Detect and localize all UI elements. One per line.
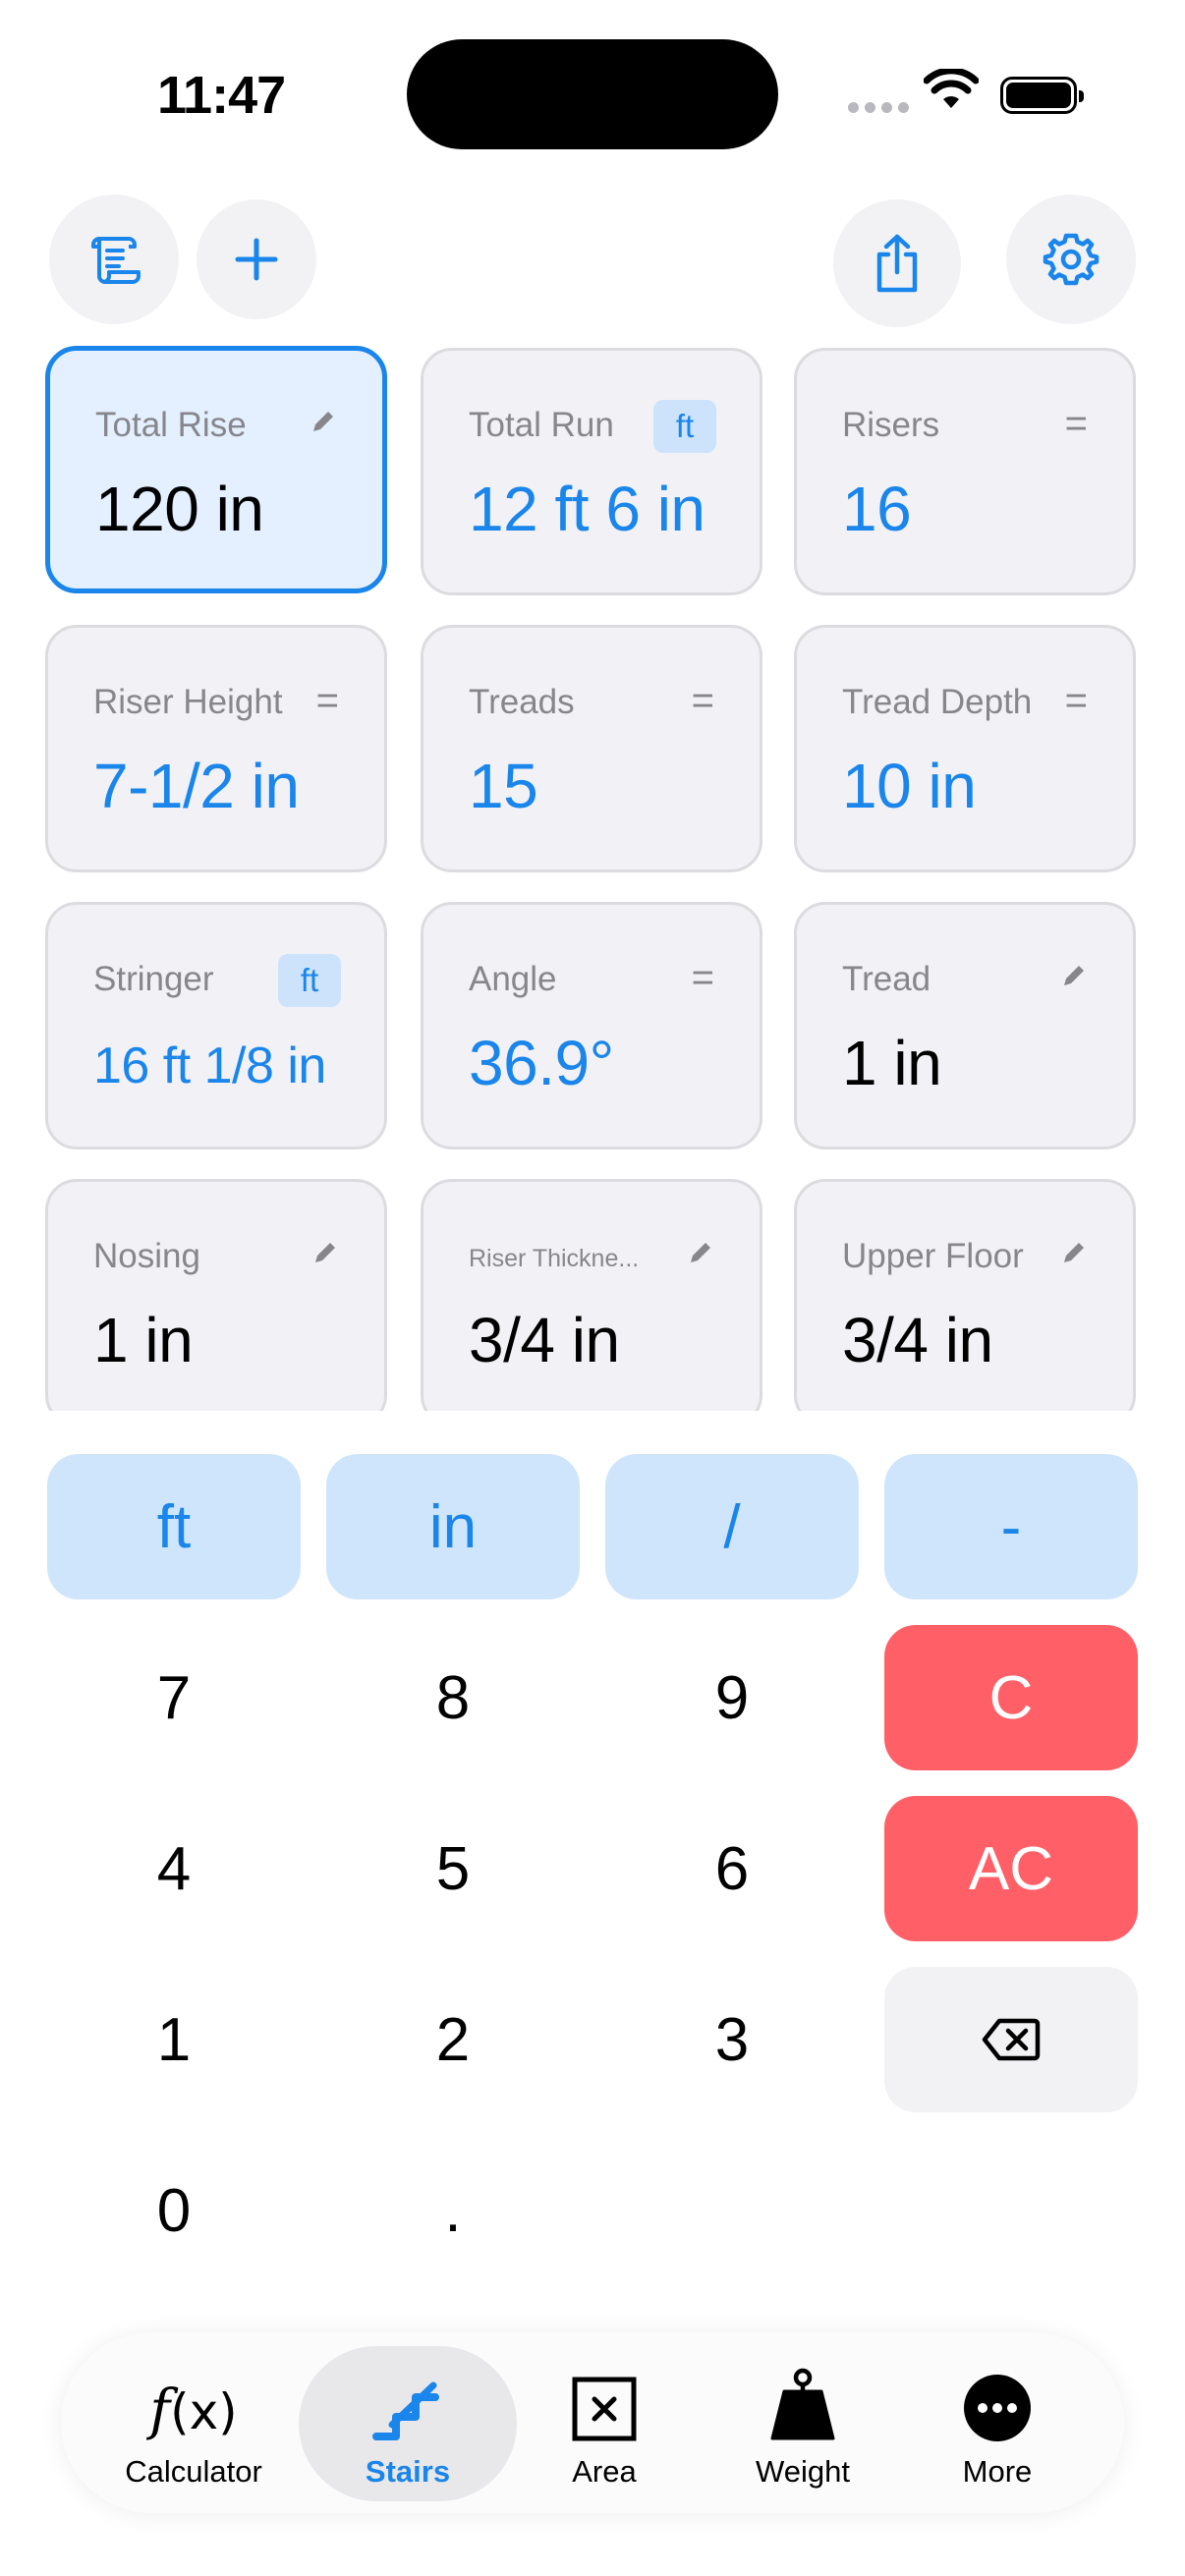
card-riser-height[interactable]: Riser Height = 7-1/2 in (45, 625, 387, 872)
clear-button[interactable]: C (884, 1625, 1138, 1770)
card-value: 10 in (842, 751, 977, 821)
tab-area[interactable]: Area (511, 2332, 698, 2513)
dynamic-island (407, 39, 778, 149)
card-stringer[interactable]: Stringer ft 16 ft 1/8 in (45, 902, 387, 1149)
function-icon: f(x) (149, 2379, 238, 2442)
card-label: Risers (842, 406, 940, 444)
key-3[interactable]: 3 (605, 1967, 859, 2112)
card-value: 16 (842, 474, 912, 544)
tab-label: Weight (756, 2454, 850, 2489)
card-label: Total Rise (95, 406, 247, 444)
history-button[interactable] (49, 195, 179, 324)
unit-badge[interactable]: ft (653, 400, 716, 453)
tab-label: More (962, 2454, 1033, 2489)
pencil-icon (315, 1243, 335, 1262)
equals-indicator: = (691, 679, 714, 722)
tab-calculator[interactable]: f(x) Calculator (100, 2332, 287, 2513)
equals-indicator: = (691, 956, 714, 999)
card-value: 7-1/2 in (93, 751, 300, 821)
battery-icon (1000, 77, 1084, 114)
card-label: Nosing (93, 1237, 200, 1275)
tab-label: Calculator (125, 2454, 262, 2489)
key-dash[interactable]: - (884, 1454, 1138, 1599)
all-clear-button[interactable]: AC (884, 1796, 1138, 1941)
card-value: 1 in (93, 1305, 194, 1375)
card-label: Tread Depth (842, 683, 1033, 721)
key-9[interactable]: 9 (605, 1625, 859, 1770)
delete-backward-icon (982, 2018, 1041, 2061)
key-1[interactable]: 1 (47, 1967, 301, 2112)
tab-more[interactable]: More (904, 2332, 1091, 2513)
tab-bar: f(x) Calculator Stairs Area Weight More (61, 2332, 1124, 2513)
equals-indicator: = (1064, 679, 1088, 722)
grid-scroll-mask (0, 1411, 1185, 1450)
pencil-icon (313, 412, 333, 431)
key-ft[interactable]: ft (47, 1454, 301, 1599)
share-icon (876, 234, 918, 293)
pencil-icon (691, 1243, 710, 1262)
card-total-rise[interactable]: Total Rise 120 in (45, 346, 387, 593)
card-value: 36.9° (469, 1028, 614, 1098)
card-tread[interactable]: Tread 1 in (794, 902, 1136, 1149)
card-riser-thickness[interactable]: Riser Thickne... 3/4 in (421, 1179, 762, 1427)
card-label: Total Run (469, 406, 614, 444)
key-0[interactable]: 0 (47, 2138, 301, 2283)
card-value: 3/4 in (469, 1305, 620, 1375)
tab-label: Stairs (365, 2454, 451, 2489)
card-tread-depth[interactable]: Tread Depth = 10 in (794, 625, 1136, 872)
card-label: Riser Thickne... (469, 1245, 640, 1272)
backspace-button[interactable] (884, 1967, 1138, 2112)
card-value: 120 in (95, 474, 264, 544)
pencil-icon (1064, 1243, 1084, 1262)
equals-indicator: = (1064, 402, 1088, 445)
share-button[interactable] (833, 199, 961, 327)
card-angle[interactable]: Angle = 36.9° (421, 902, 762, 1149)
card-value: 1 in (842, 1028, 942, 1098)
settings-button[interactable] (1006, 195, 1136, 324)
card-value: 12 ft 6 in (469, 474, 705, 544)
card-label: Stringer (93, 960, 214, 998)
card-label: Tread (842, 960, 931, 998)
key-8[interactable]: 8 (326, 1625, 580, 1770)
card-treads[interactable]: Treads = 15 (421, 625, 762, 872)
equals-indicator: = (315, 679, 339, 722)
key-fraction[interactable]: / (605, 1454, 859, 1599)
card-total-run[interactable]: Total Run ft 12 ft 6 in (421, 348, 762, 595)
tab-stairs[interactable]: Stairs (314, 2332, 501, 2513)
key-5[interactable]: 5 (326, 1796, 580, 1941)
area-box-icon (571, 2344, 638, 2442)
tab-label: Area (572, 2454, 637, 2489)
card-value: 16 ft 1/8 in (93, 1037, 326, 1094)
pencil-icon (1064, 966, 1084, 985)
tab-weight[interactable]: Weight (709, 2332, 896, 2513)
key-decimal[interactable]: . (326, 2138, 580, 2283)
key-4[interactable]: 4 (47, 1796, 301, 1941)
card-value: 3/4 in (842, 1305, 993, 1375)
scroll-icon (91, 237, 141, 284)
status-time: 11:47 (157, 66, 286, 125)
stairs-icon (372, 2344, 443, 2442)
cellular-signal-icon (848, 102, 909, 113)
weight-icon (768, 2344, 837, 2442)
key-6[interactable]: 6 (605, 1796, 859, 1941)
card-nosing[interactable]: Nosing 1 in (45, 1179, 387, 1427)
gear-icon (1043, 233, 1100, 286)
card-label: Treads (469, 683, 575, 721)
plus-icon (235, 238, 278, 281)
unit-badge[interactable]: ft (278, 954, 341, 1007)
card-label: Upper Floor (842, 1237, 1024, 1275)
more-icon (963, 2344, 1032, 2442)
card-value: 15 (469, 751, 538, 821)
card-label: Riser Height (93, 683, 283, 721)
key-7[interactable]: 7 (47, 1625, 301, 1770)
add-button[interactable] (197, 199, 316, 319)
key-2[interactable]: 2 (326, 1967, 580, 2112)
wifi-icon (924, 69, 979, 108)
card-upper-floor[interactable]: Upper Floor 3/4 in (794, 1179, 1136, 1427)
key-in[interactable]: in (326, 1454, 580, 1599)
card-risers[interactable]: Risers = 16 (794, 348, 1136, 595)
card-label: Angle (469, 960, 557, 998)
